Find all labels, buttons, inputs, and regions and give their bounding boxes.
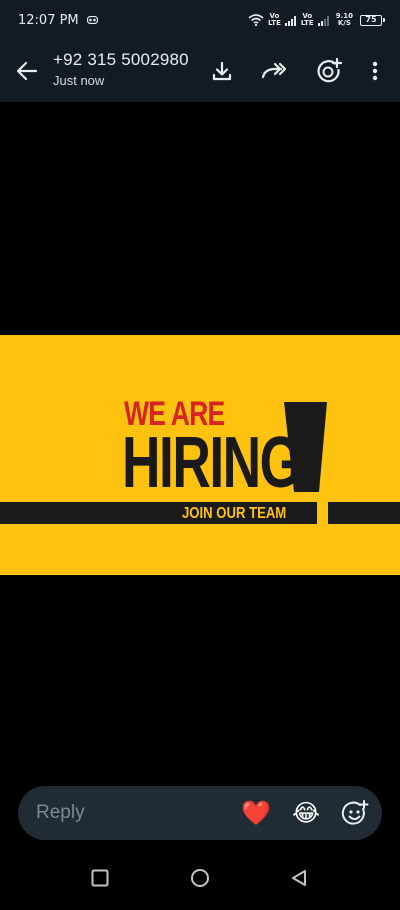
reply-input[interactable] <box>36 786 226 840</box>
status-time: 12:07 PM <box>18 12 79 28</box>
sim2-signal-icon <box>317 11 330 30</box>
download-button[interactable] <box>204 53 240 89</box>
laugh-reaction-button[interactable]: 😂 <box>291 799 321 829</box>
add-status-icon <box>317 58 342 83</box>
screen-record-icon <box>86 11 98 29</box>
arrow-left-icon <box>16 61 38 81</box>
status-bar: 12:07 PM Vo LTE Vo LTE 9.10 K/S 75 <box>0 0 400 40</box>
more-options-button[interactable] <box>357 53 393 89</box>
status-timestamp: Just now <box>53 73 105 88</box>
reply-pill: ❤️ 😂 <box>18 786 382 840</box>
more-vertical-icon <box>372 61 378 81</box>
reply-bar: ❤️ 😂 <box>0 782 400 842</box>
download-icon <box>212 61 232 81</box>
square-icon <box>91 869 109 887</box>
sim1-volte-label: Vo LTE <box>268 12 281 27</box>
sim1-signal-icon <box>284 11 297 30</box>
sim2-volte-label: Vo LTE <box>300 12 314 27</box>
status-viewer-header: +92 315 5002980 Just now <box>0 40 400 102</box>
hiring-poster-image: WE ARE HIRING JOIN OUR TEAM <box>0 335 400 575</box>
wifi-icon <box>248 11 264 30</box>
back-nav-button[interactable] <box>287 866 311 890</box>
exclamation-mark-graphic <box>284 402 327 524</box>
back-button[interactable] <box>9 53 45 89</box>
battery-indicator: 75 <box>360 14 385 26</box>
emoji-add-icon <box>341 800 369 825</box>
forward-button[interactable] <box>256 53 292 89</box>
poster-line-hiring: HIRING <box>122 423 301 503</box>
forward-icon <box>261 62 287 79</box>
home-button[interactable] <box>188 866 212 890</box>
triangle-back-icon <box>292 870 306 886</box>
circle-icon <box>191 869 209 887</box>
recents-button[interactable] <box>88 866 112 890</box>
network-speed: 9.10 K/S <box>335 12 353 27</box>
contact-info[interactable]: +92 315 5002980 Just now <box>53 50 189 88</box>
add-to-status-button[interactable] <box>311 53 347 89</box>
poster-line-join: JOIN OUR TEAM <box>182 505 287 522</box>
heart-reaction-button[interactable]: ❤️ <box>241 799 271 829</box>
poster-stripe <box>328 502 400 524</box>
contact-name: +92 315 5002980 <box>53 50 189 69</box>
emoji-picker-button[interactable] <box>340 799 370 829</box>
system-nav-bar <box>0 842 400 910</box>
